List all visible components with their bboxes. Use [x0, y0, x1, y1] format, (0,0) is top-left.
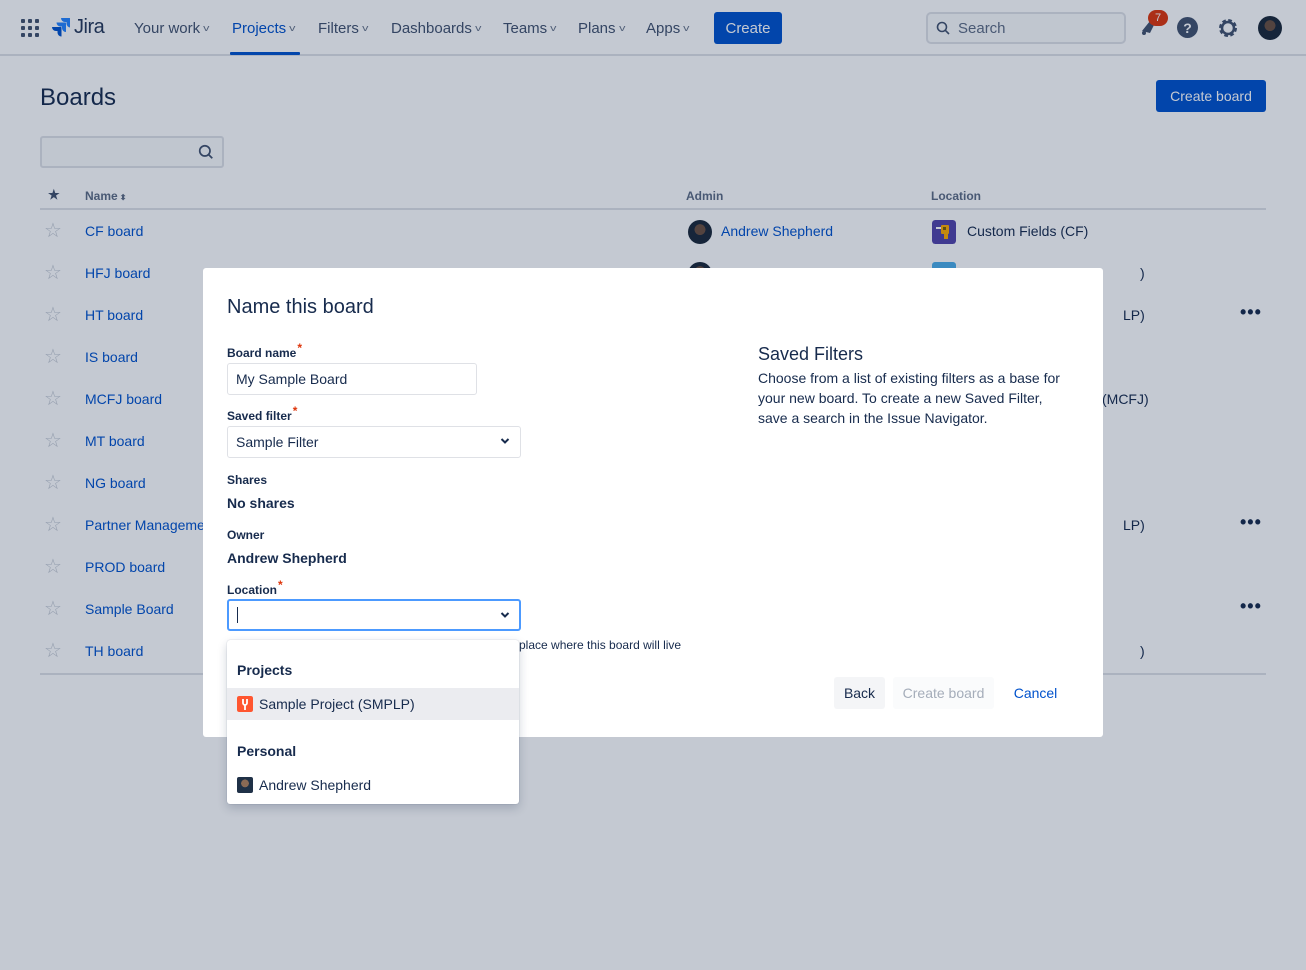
- option-label: Andrew Shepherd: [259, 777, 372, 793]
- location-help-text: place where this board will live: [519, 638, 682, 652]
- saved-filters-heading: Saved Filters: [758, 344, 864, 364]
- saved-filter-label: Saved filter*: [227, 404, 297, 423]
- create-board-submit-button[interactable]: Create board: [893, 677, 994, 709]
- chevron-down-icon: [500, 438, 510, 444]
- cancel-button[interactable]: Cancel: [1003, 677, 1068, 709]
- board-name-input[interactable]: My Sample Board: [227, 363, 477, 395]
- label-text: Location: [227, 583, 277, 597]
- dialog-title: Name this board: [227, 296, 374, 318]
- back-button[interactable]: Back: [834, 677, 885, 709]
- board-name-value: My Sample Board: [236, 371, 348, 387]
- saved-filter-value: Sample Filter: [236, 434, 319, 450]
- group-heading-personal: Personal: [237, 743, 297, 759]
- option-label: Sample Project (SMPLP): [259, 696, 415, 712]
- board-name-label: Board name*: [227, 341, 302, 360]
- location-option[interactable]: Sample Project (SMPLP): [227, 688, 519, 720]
- required-marker: *: [278, 578, 283, 592]
- user-avatar-icon: [237, 777, 253, 793]
- shares-label: Shares: [227, 473, 268, 487]
- label-text: Saved filter: [227, 409, 292, 423]
- label-text: Board name: [227, 346, 297, 360]
- owner-label: Owner: [227, 528, 265, 542]
- shares-value: No shares: [227, 495, 295, 511]
- saved-filters-description: Choose from a list of existing filters a…: [758, 370, 1060, 426]
- text-caret: [237, 607, 238, 623]
- group-heading-projects: Projects: [237, 662, 293, 678]
- saved-filter-select[interactable]: Sample Filter: [227, 426, 521, 458]
- location-dropdown-menu: Projects Sample Project (SMPLP) Personal…: [227, 640, 519, 804]
- location-option[interactable]: Andrew Shepherd: [227, 769, 519, 801]
- project-icon: [237, 696, 253, 712]
- required-marker: *: [297, 341, 303, 355]
- location-select[interactable]: [227, 599, 521, 631]
- chevron-down-icon: [500, 612, 510, 618]
- owner-value: Andrew Shepherd: [227, 550, 347, 566]
- location-label: Location*: [227, 578, 283, 597]
- required-marker: *: [292, 404, 298, 418]
